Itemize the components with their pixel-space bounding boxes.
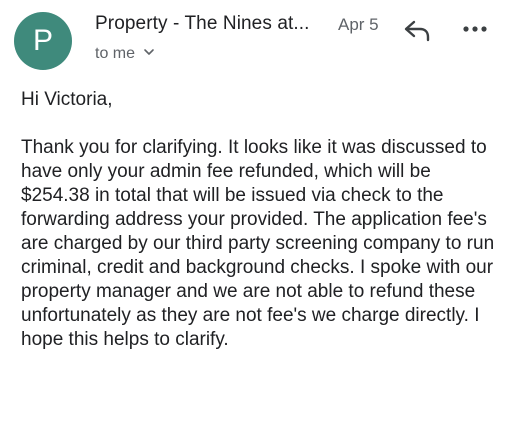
- chevron-down-icon: [144, 49, 155, 56]
- email-body: Hi Victoria, Thank you for clarifying. I…: [21, 88, 501, 352]
- more-options-button[interactable]: [462, 22, 488, 36]
- recipient-label: to me: [95, 45, 136, 62]
- email-greeting: Hi Victoria,: [21, 89, 113, 110]
- sender-avatar[interactable]: P: [14, 12, 72, 70]
- more-options-icon: [463, 26, 487, 32]
- email-date: Apr 5: [338, 15, 379, 34]
- reply-arrow-icon: [404, 20, 430, 42]
- reply-button[interactable]: [402, 17, 432, 43]
- sender-name[interactable]: Property - The Nines at...: [95, 13, 310, 35]
- recipient-details-toggle[interactable]: to me: [95, 45, 155, 63]
- email-message: Thank you for clarifying. It looks like …: [21, 137, 495, 350]
- email-header: P Property - The Nines at... Apr 5 to me: [0, 0, 512, 80]
